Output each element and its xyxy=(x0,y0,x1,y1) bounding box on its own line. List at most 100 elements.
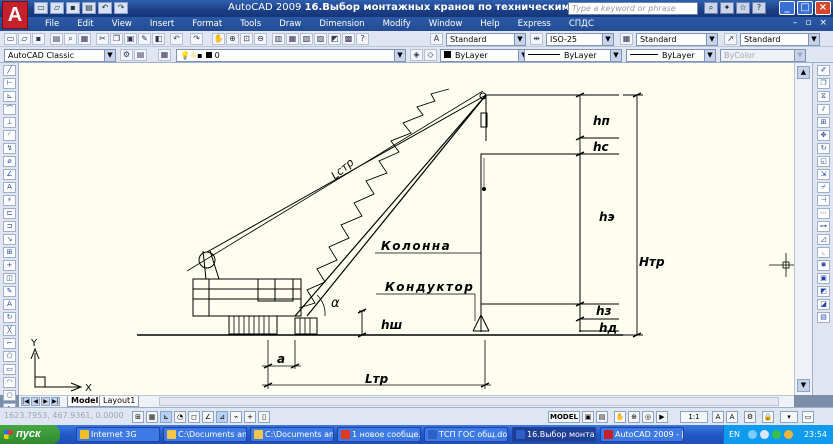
model-space-button[interactable]: MODEL xyxy=(548,411,580,423)
dimedit-icon[interactable]: ✎ xyxy=(3,286,16,297)
linetype-select[interactable]: ByLayer ▼ xyxy=(524,49,622,62)
dim-style-icon[interactable]: ⇹ xyxy=(530,33,543,45)
polar-button[interactable]: ◔ xyxy=(174,411,186,423)
arc-icon[interactable]: ◠ xyxy=(3,377,16,388)
break-icon[interactable]: ⋯ xyxy=(817,208,830,219)
tool-palettes-icon[interactable]: ▧ xyxy=(300,33,313,45)
move-icon[interactable]: ✥ xyxy=(817,130,830,141)
above-icon[interactable]: ▤ xyxy=(817,312,830,323)
clean-screen-icon[interactable]: ▭ xyxy=(802,411,814,423)
join-icon[interactable]: ⊶ xyxy=(817,221,830,232)
maximize-button[interactable]: □ xyxy=(797,1,813,15)
open-icon[interactable]: ▱ xyxy=(18,33,31,45)
otrack-button[interactable]: ∠ xyxy=(202,411,214,423)
cut-icon[interactable]: ✂ xyxy=(96,33,109,45)
taskbar-item[interactable]: Internet 3G xyxy=(76,427,160,442)
menu-file[interactable]: File xyxy=(36,19,68,29)
redo-icon[interactable]: ↷ xyxy=(114,2,128,14)
menu-express[interactable]: Express xyxy=(509,19,560,29)
multileader-style-select[interactable]: Standard ▼ xyxy=(740,33,820,46)
lock-ui-icon[interactable]: 🔒 xyxy=(762,411,774,423)
text-style-icon[interactable]: A xyxy=(430,33,443,45)
qp-button[interactable]: ▯ xyxy=(258,411,270,423)
menu-view[interactable]: View xyxy=(103,19,141,29)
favorites-star-icon[interactable]: ☆ xyxy=(736,2,750,14)
sheet-set-icon[interactable]: ▨ xyxy=(314,33,327,45)
arc-length-icon[interactable]: ⌒ xyxy=(3,104,16,115)
scroll-down-icon[interactable]: ▼ xyxy=(797,379,810,392)
offset-icon[interactable]: ⫽ xyxy=(817,104,830,115)
taskbar-item[interactable]: C:\Documents an... xyxy=(163,427,247,442)
properties-icon[interactable]: ▥ xyxy=(272,33,285,45)
publish-icon[interactable]: ▦ xyxy=(78,33,91,45)
dimension-aligned-icon[interactable]: ⊾ xyxy=(3,91,16,102)
menu-спдс[interactable]: СПДС xyxy=(560,19,603,29)
paste-icon[interactable]: ▣ xyxy=(124,33,137,45)
table-style-select[interactable]: Standard ▼ xyxy=(636,33,718,46)
layer-previous-icon[interactable]: ◇ xyxy=(424,49,437,61)
update-icon[interactable]: ↻ xyxy=(3,312,16,323)
zoom-realtime-icon[interactable]: ⊕ xyxy=(226,33,239,45)
network-icon[interactable] xyxy=(748,430,757,439)
taskbar-item[interactable]: C:\Documents an... xyxy=(250,427,334,442)
plot-icon[interactable]: ▤ xyxy=(50,33,63,45)
jogged-icon[interactable]: ↯ xyxy=(3,143,16,154)
explode-icon[interactable]: ✺ xyxy=(817,260,830,271)
doc-minimize-button[interactable]: – xyxy=(793,18,798,28)
radius-icon[interactable]: ◜ xyxy=(3,130,16,141)
minimize-button[interactable]: _ xyxy=(779,1,795,15)
menu-insert[interactable]: Insert xyxy=(141,19,183,29)
grid-button[interactable]: ▦ xyxy=(146,411,158,423)
horizontal-scrollbar[interactable] xyxy=(159,397,779,406)
layer-select[interactable]: 💡☼▪ 0 ▼ xyxy=(176,49,406,62)
ortho-button[interactable]: ⊾ xyxy=(160,411,172,423)
drawing-canvas[interactable]: Lстр Колонна Кондуктор α hп hс hэ hз hд … xyxy=(19,63,794,395)
plot-style-select[interactable]: ByColor ▼ xyxy=(720,49,806,62)
line-icon[interactable]: ╱ xyxy=(3,65,16,76)
leader-icon[interactable]: ↘ xyxy=(3,234,16,245)
scale-icon[interactable]: ◱ xyxy=(817,156,830,167)
undo-icon[interactable]: ↶ xyxy=(98,2,112,14)
text-icon[interactable]: A xyxy=(3,182,16,193)
layer-properties-icon[interactable]: ▦ xyxy=(158,49,171,61)
stretch-icon[interactable]: ⇲ xyxy=(817,169,830,180)
help-icon[interactable]: ? xyxy=(356,33,369,45)
menu-draw[interactable]: Draw xyxy=(270,19,310,29)
qnew-icon[interactable]: ▭ xyxy=(4,33,17,45)
search-input[interactable]: Type a keyword or phrase xyxy=(568,2,698,15)
tolerance-icon[interactable]: ⊞ xyxy=(3,247,16,258)
search-icon[interactable]: ⌕ xyxy=(704,2,718,14)
menu-modify[interactable]: Modify xyxy=(374,19,420,29)
workspace-select[interactable]: AutoCAD Classic ▼ xyxy=(4,49,116,62)
construction-line-icon[interactable]: ╳ xyxy=(3,325,16,336)
angular-icon[interactable]: ∠ xyxy=(3,169,16,180)
undo-icon[interactable]: ↶ xyxy=(170,33,183,45)
menu-tools[interactable]: Tools xyxy=(231,19,270,29)
make-current-layer-icon[interactable]: ◈ xyxy=(410,49,423,61)
erase-icon[interactable]: ✐ xyxy=(817,65,830,76)
menu-help[interactable]: Help xyxy=(471,19,508,29)
comm-center-icon[interactable]: ✦ xyxy=(720,2,734,14)
array-icon[interactable]: ⊞ xyxy=(817,117,830,128)
first-tab-icon[interactable]: |◀ xyxy=(21,397,30,406)
print-icon[interactable]: ▤ xyxy=(82,2,96,14)
quick-view-drawings-icon[interactable]: ▤ xyxy=(596,411,608,423)
scroll-up-icon[interactable]: ▲ xyxy=(797,66,810,79)
extend-icon[interactable]: ⊣ xyxy=(817,195,830,206)
save-icon[interactable]: ▪ xyxy=(66,2,80,14)
copy-object-icon[interactable]: ❐ xyxy=(817,78,830,89)
prev-tab-icon[interactable]: ◀ xyxy=(31,397,40,406)
lwt-button[interactable]: + xyxy=(244,411,256,423)
send-back-icon[interactable]: ◪ xyxy=(817,299,830,310)
polyline-icon[interactable]: ⌐ xyxy=(3,338,16,349)
menu-format[interactable]: Format xyxy=(183,19,231,29)
polygon-icon[interactable]: ⬠ xyxy=(3,351,16,362)
trim-icon[interactable]: ⌿ xyxy=(817,182,830,193)
mirror-icon[interactable]: ⧖ xyxy=(817,91,830,102)
tab-layout1[interactable]: Layout1 xyxy=(99,396,140,407)
zoom-status-icon[interactable]: ⊕ xyxy=(628,411,640,423)
zoom-window-icon[interactable]: ⊡ xyxy=(240,33,253,45)
baseline-icon[interactable]: ⊏ xyxy=(3,208,16,219)
annotation-scale-select[interactable]: 1:1 xyxy=(680,411,708,423)
bring-front-icon[interactable]: ◩ xyxy=(817,286,830,297)
